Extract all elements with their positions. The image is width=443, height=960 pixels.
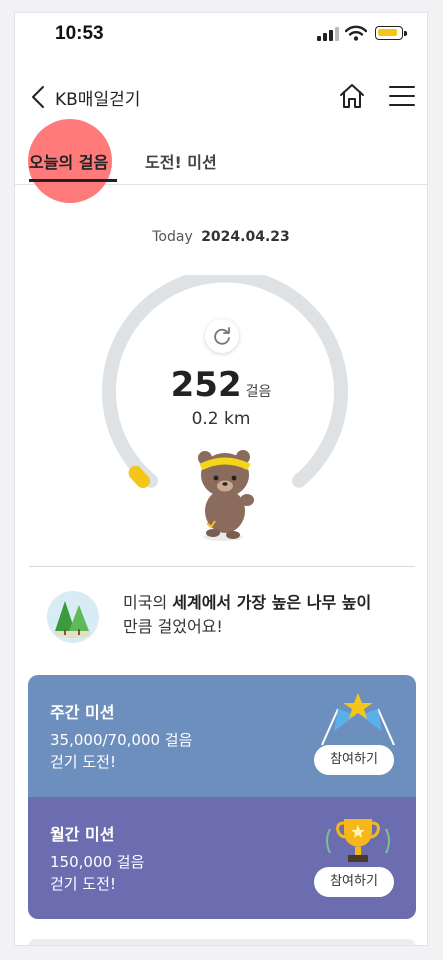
date-value: 2024.04.23: [201, 229, 290, 245]
step-unit: 걸음: [245, 384, 272, 400]
battery-icon: [375, 26, 407, 40]
mission-title: 주간 미션: [50, 703, 115, 722]
join-button[interactable]: 참여하기: [314, 745, 394, 775]
tab-today-steps[interactable]: 오늘의 걸음: [29, 149, 108, 173]
tree-icon: [47, 591, 99, 643]
active-tab-underline: [29, 179, 117, 182]
date-label: Today: [152, 229, 193, 245]
tab-challenge-mission[interactable]: 도전! 미션: [145, 149, 217, 173]
achievement-message: 미국의 세계에서 가장 높은 나무 높이 만큼 걸었어요!: [123, 591, 371, 639]
status-time: 10:53: [55, 23, 104, 44]
menu-icon[interactable]: [389, 83, 415, 109]
section-divider: [29, 566, 415, 567]
next-card-peek: [29, 939, 415, 945]
status-bar: 10:53: [15, 13, 427, 57]
back-icon[interactable]: [27, 83, 51, 111]
today-date: Today 2024.04.23: [15, 229, 427, 245]
step-number: 252: [170, 365, 242, 405]
mission-description: 걷기 도전!: [50, 753, 116, 771]
distance: 0.2 km: [191, 409, 251, 429]
refresh-icon[interactable]: [205, 319, 239, 353]
tab-bar: 오늘의 걸음 도전! 미션: [15, 119, 427, 203]
bear-character-icon: [198, 450, 254, 541]
app-header: KB매일걷기: [15, 77, 427, 117]
mission-description: 걷기 도전!: [50, 875, 116, 893]
flags-star-icon: [321, 693, 395, 746]
achievement-highlight: 세계에서 가장 높은 나무 높이: [172, 593, 372, 612]
mission-title: 월간 미션: [50, 825, 115, 844]
trophy-icon: [326, 819, 390, 862]
weekly-mission-card[interactable]: 주간 미션 35,000/70,000 걸음 걷기 도전! 참여하기: [28, 675, 416, 797]
achievement-prefix: 미국의: [123, 593, 173, 612]
gauge-progress: [128, 465, 150, 488]
achievement-suffix: 만큼 걸었어요!: [123, 617, 223, 636]
join-button[interactable]: 참여하기: [314, 867, 394, 897]
wifi-icon: [345, 25, 367, 41]
mission-goal: 35,000/70,000 걸음: [50, 731, 193, 749]
app-screen: 10:53 KB매일걷기 오늘의 걸음 도전! 미션 Today 2024.04…: [14, 12, 428, 946]
monthly-mission-card[interactable]: 월간 미션 150,000 걸음 걷기 도전! 참여하기: [28, 797, 416, 919]
page-title: KB매일걷기: [55, 90, 141, 110]
signal-icon: [317, 27, 339, 41]
mission-goal: 150,000 걸음: [50, 853, 145, 871]
home-icon[interactable]: [337, 81, 367, 111]
step-count: 252 걸음: [15, 365, 427, 405]
